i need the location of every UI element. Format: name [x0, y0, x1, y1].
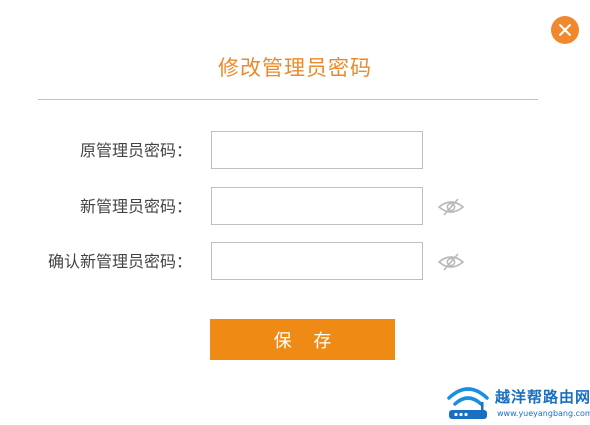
old-password-input[interactable]: [211, 131, 423, 169]
new-password-label: 新管理员密码：: [79, 197, 192, 216]
save-button[interactable]: 保 存: [210, 319, 395, 360]
form-row-confirm-password: 确认新管理员密码：: [0, 242, 590, 282]
change-admin-password-dialog: 修改管理员密码 原管理员密码： 新管理员密码： 确认新管理员密码： 保 存 越洋…: [0, 0, 590, 425]
confirm-password-label: 确认新管理员密码：: [47, 252, 192, 271]
watermark: 越洋帮路由网 www.yueyangbang.com: [445, 380, 590, 425]
watermark-url: www.yueyangbang.com: [497, 409, 590, 418]
form-row-new-password: 新管理员密码：: [0, 187, 590, 227]
watermark-name: 越洋帮路由网: [495, 388, 590, 406]
dialog-title: 修改管理员密码: [218, 56, 372, 80]
new-password-input[interactable]: [211, 187, 423, 225]
close-button[interactable]: [551, 16, 579, 44]
confirm-password-input[interactable]: [211, 242, 423, 280]
eye-hidden-icon[interactable]: [437, 252, 465, 272]
form-row-old-password: 原管理员密码：: [0, 131, 590, 171]
close-icon: [559, 24, 571, 36]
eye-hidden-icon[interactable]: [437, 197, 465, 217]
title-divider: [38, 99, 538, 100]
wifi-router-icon: [447, 387, 489, 419]
old-password-label: 原管理员密码：: [79, 141, 192, 160]
